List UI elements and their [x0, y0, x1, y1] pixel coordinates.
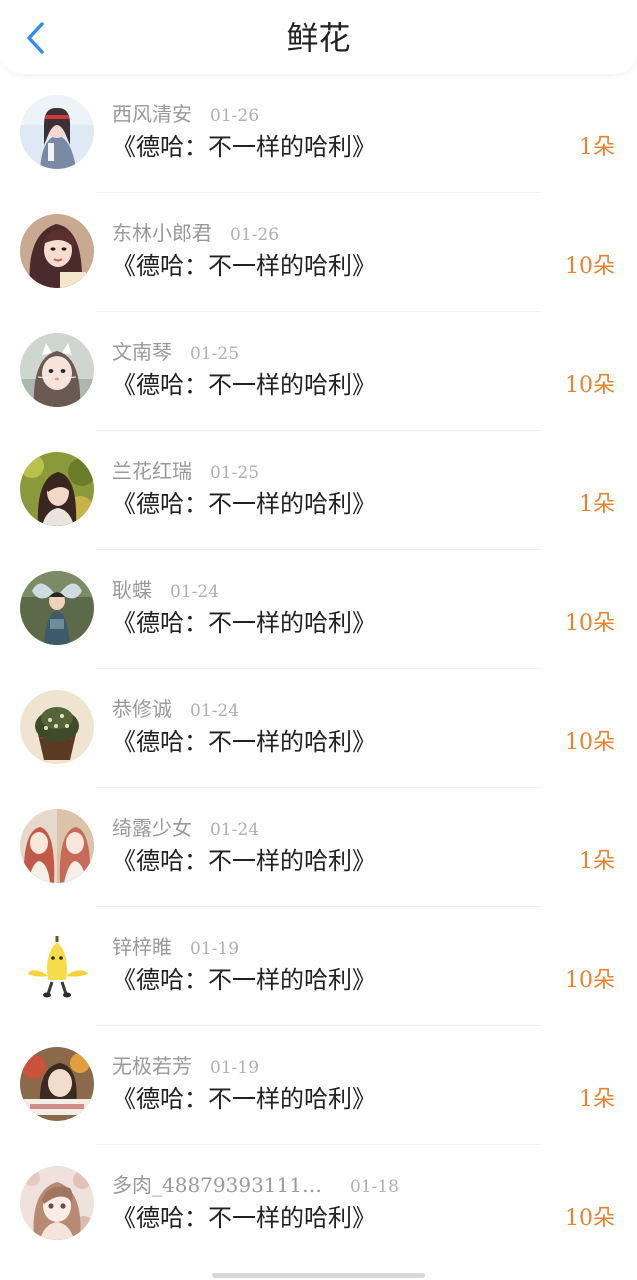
user-meta: 锌梓睢 01-19 [112, 934, 239, 962]
book-title[interactable]: 《德哈：不一样的哈利》 [112, 1083, 376, 1115]
flower-count: 1朵 [579, 492, 615, 517]
avatar[interactable] [20, 95, 94, 169]
user-meta: 文南琴 01-25 [112, 339, 239, 367]
page-title: 鲜花 [286, 19, 351, 57]
flower-count: 10朵 [565, 968, 615, 993]
anime-twins-avatar [20, 809, 94, 883]
gift-date: 01-19 [210, 1058, 260, 1078]
flower-count: 1朵 [579, 135, 615, 160]
flower-count: 1朵 [579, 1087, 615, 1112]
username[interactable]: 东林小郎君 [112, 221, 212, 245]
list-item[interactable]: 无极若芳 01-19 《德哈：不一样的哈利》 1朵 [0, 1026, 637, 1145]
user-meta: 绮露少女 01-24 [112, 815, 259, 843]
list-item[interactable]: 西风清安 01-26 《德哈：不一样的哈利》 1朵 [0, 74, 637, 193]
flower-count: 1朵 [579, 849, 615, 874]
user-meta: 恭修诚 01-24 [112, 696, 239, 724]
list-item[interactable]: 东林小郎君 01-26 《德哈：不一样的哈利》 10朵 [0, 193, 637, 312]
user-meta: 耿蝶 01-24 [112, 577, 219, 605]
vintage-doll-avatar [20, 1166, 94, 1240]
list-item[interactable]: 兰花红瑞 01-25 《德哈：不一样的哈利》 1朵 [0, 431, 637, 550]
username[interactable]: 恭修诚 [112, 697, 172, 721]
avatar[interactable] [20, 690, 94, 764]
flower-count: 10朵 [565, 1206, 615, 1231]
book-title[interactable]: 《德哈：不一样的哈利》 [112, 1202, 376, 1234]
girl-in-greenery-avatar [20, 452, 94, 526]
flower-count: 10朵 [565, 730, 615, 755]
book-title[interactable]: 《德哈：不一样的哈利》 [112, 726, 376, 758]
username[interactable]: 西风清安 [112, 102, 192, 126]
girl-portrait-avatar [20, 95, 94, 169]
book-title[interactable]: 《德哈：不一样的哈利》 [112, 131, 376, 163]
avatar[interactable] [20, 452, 94, 526]
username[interactable]: 绮露少女 [112, 816, 192, 840]
user-meta: 东林小郎君 01-26 [112, 220, 279, 248]
avatar[interactable] [20, 1166, 94, 1240]
username[interactable]: 多肉_48879393111… [112, 1173, 322, 1197]
avatar[interactable] [20, 333, 94, 407]
list-item[interactable]: 锌梓睢 01-19 《德哈：不一样的哈利》 10朵 [0, 907, 637, 1026]
gift-date: 01-24 [170, 582, 220, 602]
gift-date: 01-24 [190, 701, 240, 721]
user-meta: 西风清安 01-26 [112, 101, 259, 129]
book-title[interactable]: 《德哈：不一样的哈利》 [112, 488, 376, 520]
gift-date: 01-18 [349, 1177, 399, 1197]
gift-date: 01-25 [210, 463, 260, 483]
user-meta: 无极若芳 01-19 [112, 1053, 259, 1081]
book-title[interactable]: 《德哈：不一样的哈利》 [112, 964, 376, 996]
home-indicator[interactable] [212, 1273, 425, 1278]
woman-selfie-avatar [20, 214, 94, 288]
list-item[interactable]: 多肉_48879393111… 01-18 《德哈：不一样的哈利》 10朵 [0, 1145, 637, 1264]
list-item[interactable]: 恭修诚 01-24 《德哈：不一样的哈利》 10朵 [0, 669, 637, 788]
book-title[interactable]: 《德哈：不一样的哈利》 [112, 250, 376, 282]
avatar[interactable] [20, 809, 94, 883]
book-title[interactable]: 《德哈：不一样的哈利》 [112, 607, 376, 639]
username[interactable]: 无极若芳 [112, 1054, 192, 1078]
username[interactable]: 文南琴 [112, 340, 172, 364]
user-meta: 多肉_48879393111… 01-18 [112, 1172, 399, 1200]
book-title[interactable]: 《德哈：不一样的哈利》 [112, 845, 376, 877]
book-title[interactable]: 《德哈：不一样的哈利》 [112, 369, 376, 401]
gift-date: 01-24 [210, 820, 260, 840]
flower-count: 10朵 [565, 373, 615, 398]
gift-date: 01-19 [190, 939, 240, 959]
avatar[interactable] [20, 1047, 94, 1121]
user-meta: 兰花红瑞 01-25 [112, 458, 259, 486]
username[interactable]: 锌梓睢 [112, 935, 172, 959]
cat-filter-selfie-avatar [20, 333, 94, 407]
avatar[interactable] [20, 214, 94, 288]
username[interactable]: 兰花红瑞 [112, 459, 192, 483]
flower-count: 10朵 [565, 254, 615, 279]
avatar[interactable] [20, 571, 94, 645]
flower-gift-list: 西风清安 01-26 《德哈：不一样的哈利》 1朵 东林小郎君 01-26 《德哈：… [0, 74, 637, 1264]
list-item[interactable]: 绮露少女 01-24 《德哈：不一样的哈利》 1朵 [0, 788, 637, 907]
list-item[interactable]: 文南琴 01-25 《德哈：不一样的哈利》 10朵 [0, 312, 637, 431]
avatar[interactable] [20, 928, 94, 1002]
butterfly-child-avatar [20, 571, 94, 645]
username[interactable]: 耿蝶 [112, 578, 152, 602]
gift-date: 01-26 [230, 225, 280, 245]
girl-with-caption-avatar [20, 1047, 94, 1121]
list-item[interactable]: 耿蝶 01-24 《德哈：不一样的哈利》 10朵 [0, 550, 637, 669]
cupcake-avatar [20, 690, 94, 764]
gift-date: 01-26 [210, 106, 260, 126]
flower-count: 10朵 [565, 611, 615, 636]
banana-character-avatar [20, 928, 94, 1002]
gift-date: 01-25 [190, 344, 240, 364]
nav-bar: 鲜花 [0, 0, 637, 74]
